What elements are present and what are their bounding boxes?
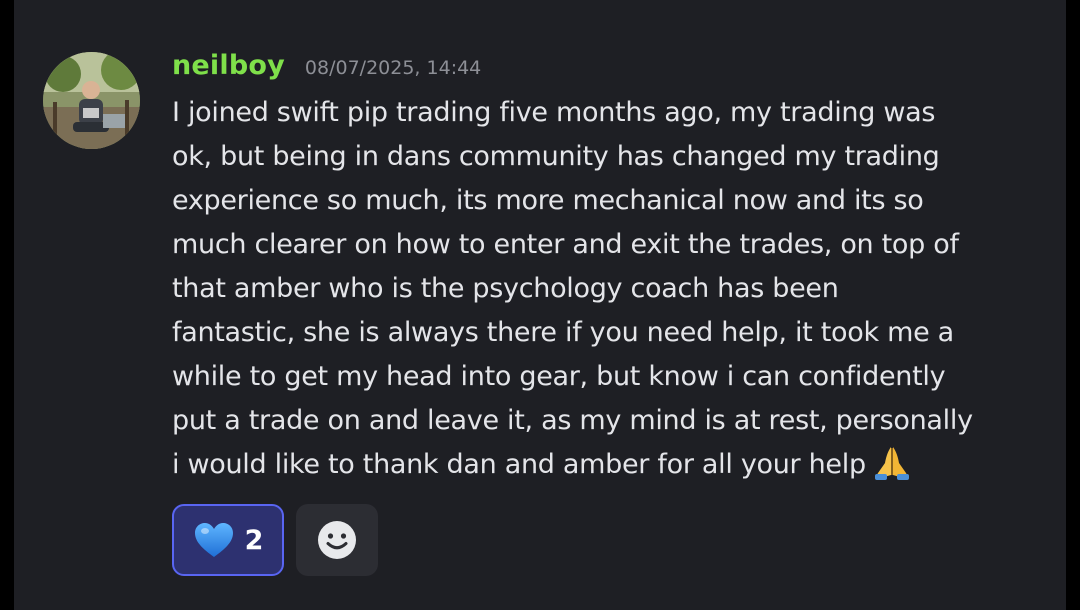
avatar-photo-icon — [43, 52, 140, 149]
message-header: neilboy 08/07/2025, 14:44 — [172, 50, 481, 90]
message-content: I joined swift pip trading five months a… — [172, 91, 1052, 487]
smiley-face-icon — [318, 521, 356, 559]
add-reaction-button[interactable] — [296, 504, 378, 576]
message-line: that amber who is the psychology coach h… — [172, 273, 839, 304]
message-line-last: i would like to thank dan and amber for … — [172, 443, 1052, 487]
message-line: much clearer on how to enter and exit th… — [172, 229, 959, 260]
message-line: ok, but being in dans community has chan… — [172, 141, 940, 172]
message-line: while to get my head into gear, but know… — [172, 361, 946, 392]
reactions-bar: 2 — [172, 504, 378, 576]
message-timestamp: 08/07/2025, 14:44 — [304, 57, 482, 79]
message-line: experience so much, its more mechanical … — [172, 185, 924, 216]
chat-panel: neilboy 08/07/2025, 14:44 I joined swift… — [14, 0, 1066, 610]
message-line: fantastic, she is always there if you ne… — [172, 317, 954, 348]
user-avatar[interactable] — [43, 52, 140, 149]
username[interactable]: neilboy — [172, 50, 285, 81]
reaction-blue-heart[interactable]: 2 — [172, 504, 284, 576]
folded-hands-emoji-icon — [874, 447, 909, 480]
message-line: I joined swift pip trading five months a… — [172, 97, 936, 128]
chat-message: neilboy 08/07/2025, 14:44 I joined swift… — [14, 0, 1066, 610]
reaction-count: 2 — [244, 524, 264, 556]
message-line: put a trade on and leave it, as my mind … — [172, 405, 973, 436]
message-line-text: i would like to thank dan and amber for … — [172, 449, 866, 480]
blue-heart-emoji-icon — [194, 523, 233, 557]
